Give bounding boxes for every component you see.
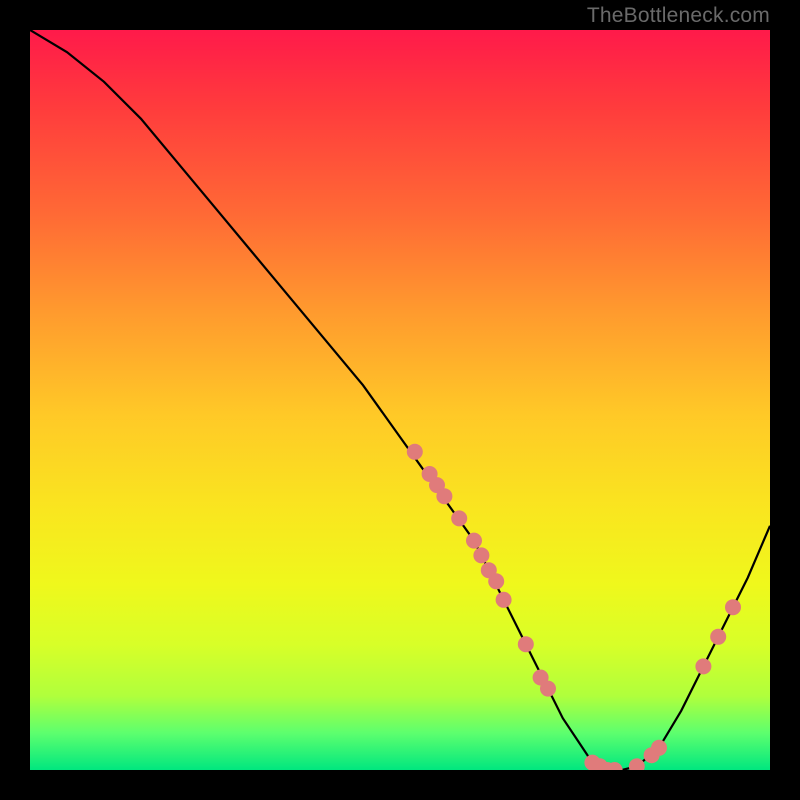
data-point: [725, 599, 741, 615]
data-point: [451, 510, 467, 526]
data-point: [496, 592, 512, 608]
marker-group: [407, 444, 741, 770]
plot-area: [30, 30, 770, 770]
attribution-label: TheBottleneck.com: [587, 4, 770, 28]
chart-svg: [30, 30, 770, 770]
data-point: [651, 740, 667, 756]
data-point: [629, 758, 645, 770]
data-point: [466, 533, 482, 549]
data-point: [710, 629, 726, 645]
bottleneck-curve: [30, 30, 770, 770]
data-point: [695, 658, 711, 674]
data-point: [518, 636, 534, 652]
data-point: [407, 444, 423, 460]
data-point: [436, 488, 452, 504]
data-point: [488, 573, 504, 589]
chart-frame: TheBottleneck.com: [0, 0, 800, 800]
data-point: [473, 547, 489, 563]
data-point: [540, 681, 556, 697]
